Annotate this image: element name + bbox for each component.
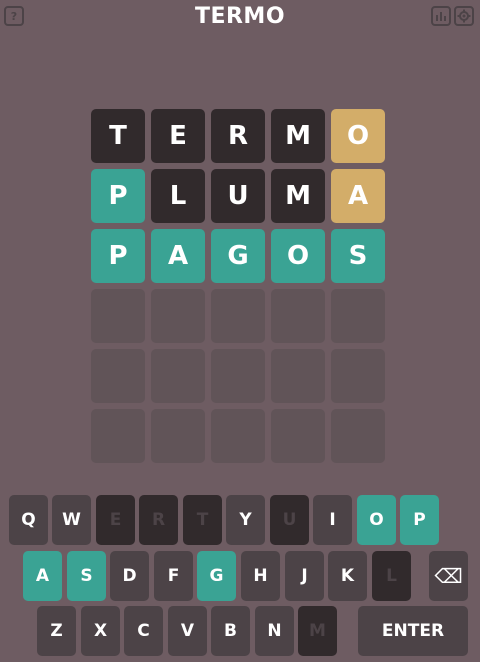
key-v[interactable]: V xyxy=(168,606,207,656)
board-tile: P xyxy=(91,229,145,283)
key-z[interactable]: Z xyxy=(37,606,76,656)
board-tile: E xyxy=(151,109,205,163)
board-tile xyxy=(331,289,385,343)
board-tile xyxy=(151,289,205,343)
board-tile: O xyxy=(271,229,325,283)
key-p[interactable]: P xyxy=(400,495,439,545)
game-board: TERMOPLUMAPAGOS xyxy=(91,109,385,463)
key-y[interactable]: Y xyxy=(226,495,265,545)
board-tile: P xyxy=(91,169,145,223)
key-r[interactable]: R xyxy=(139,495,178,545)
key-c[interactable]: C xyxy=(124,606,163,656)
key-q[interactable]: Q xyxy=(9,495,48,545)
board-tile: M xyxy=(271,169,325,223)
key-l[interactable]: L xyxy=(372,551,411,601)
board-tile xyxy=(271,409,325,463)
key-w[interactable]: W xyxy=(52,495,91,545)
stats-button[interactable] xyxy=(431,6,451,26)
gear-icon xyxy=(457,9,471,23)
key-j[interactable]: J xyxy=(285,551,324,601)
key-a[interactable]: A xyxy=(23,551,62,601)
settings-button[interactable] xyxy=(454,6,474,26)
board-tile: G xyxy=(211,229,265,283)
board-tile xyxy=(211,349,265,403)
board-tile xyxy=(211,289,265,343)
board-tile xyxy=(91,289,145,343)
board-tile: R xyxy=(211,109,265,163)
board-tile xyxy=(151,349,205,403)
board-tile xyxy=(271,349,325,403)
board-tile: S xyxy=(331,229,385,283)
board-tile xyxy=(151,409,205,463)
key-h[interactable]: H xyxy=(241,551,280,601)
key-e[interactable]: E xyxy=(96,495,135,545)
board-tile: L xyxy=(151,169,205,223)
key-o[interactable]: O xyxy=(357,495,396,545)
board-tile xyxy=(91,409,145,463)
board-tile xyxy=(331,349,385,403)
backspace-key[interactable]: ⌫ xyxy=(429,551,468,601)
board-tile: A xyxy=(151,229,205,283)
key-m[interactable]: M xyxy=(298,606,337,656)
board-tile xyxy=(331,409,385,463)
page-title: TERMO xyxy=(194,4,286,29)
key-k[interactable]: K xyxy=(328,551,367,601)
board-tile xyxy=(211,409,265,463)
key-u[interactable]: U xyxy=(270,495,309,545)
board-tile: O xyxy=(331,109,385,163)
key-b[interactable]: B xyxy=(211,606,250,656)
board-tile: U xyxy=(211,169,265,223)
key-f[interactable]: F xyxy=(154,551,193,601)
key-x[interactable]: X xyxy=(81,606,120,656)
key-n[interactable]: N xyxy=(255,606,294,656)
board-tile: T xyxy=(91,109,145,163)
key-g[interactable]: G xyxy=(197,551,236,601)
enter-key[interactable]: ENTER xyxy=(358,606,468,656)
header: ? TERMO xyxy=(0,0,480,34)
board-tile xyxy=(271,289,325,343)
board-tile: M xyxy=(271,109,325,163)
key-t[interactable]: T xyxy=(183,495,222,545)
key-s[interactable]: S xyxy=(67,551,106,601)
key-i[interactable]: I xyxy=(313,495,352,545)
board-tile: A xyxy=(331,169,385,223)
bar-chart-icon xyxy=(436,12,446,21)
board-tile xyxy=(91,349,145,403)
key-d[interactable]: D xyxy=(110,551,149,601)
